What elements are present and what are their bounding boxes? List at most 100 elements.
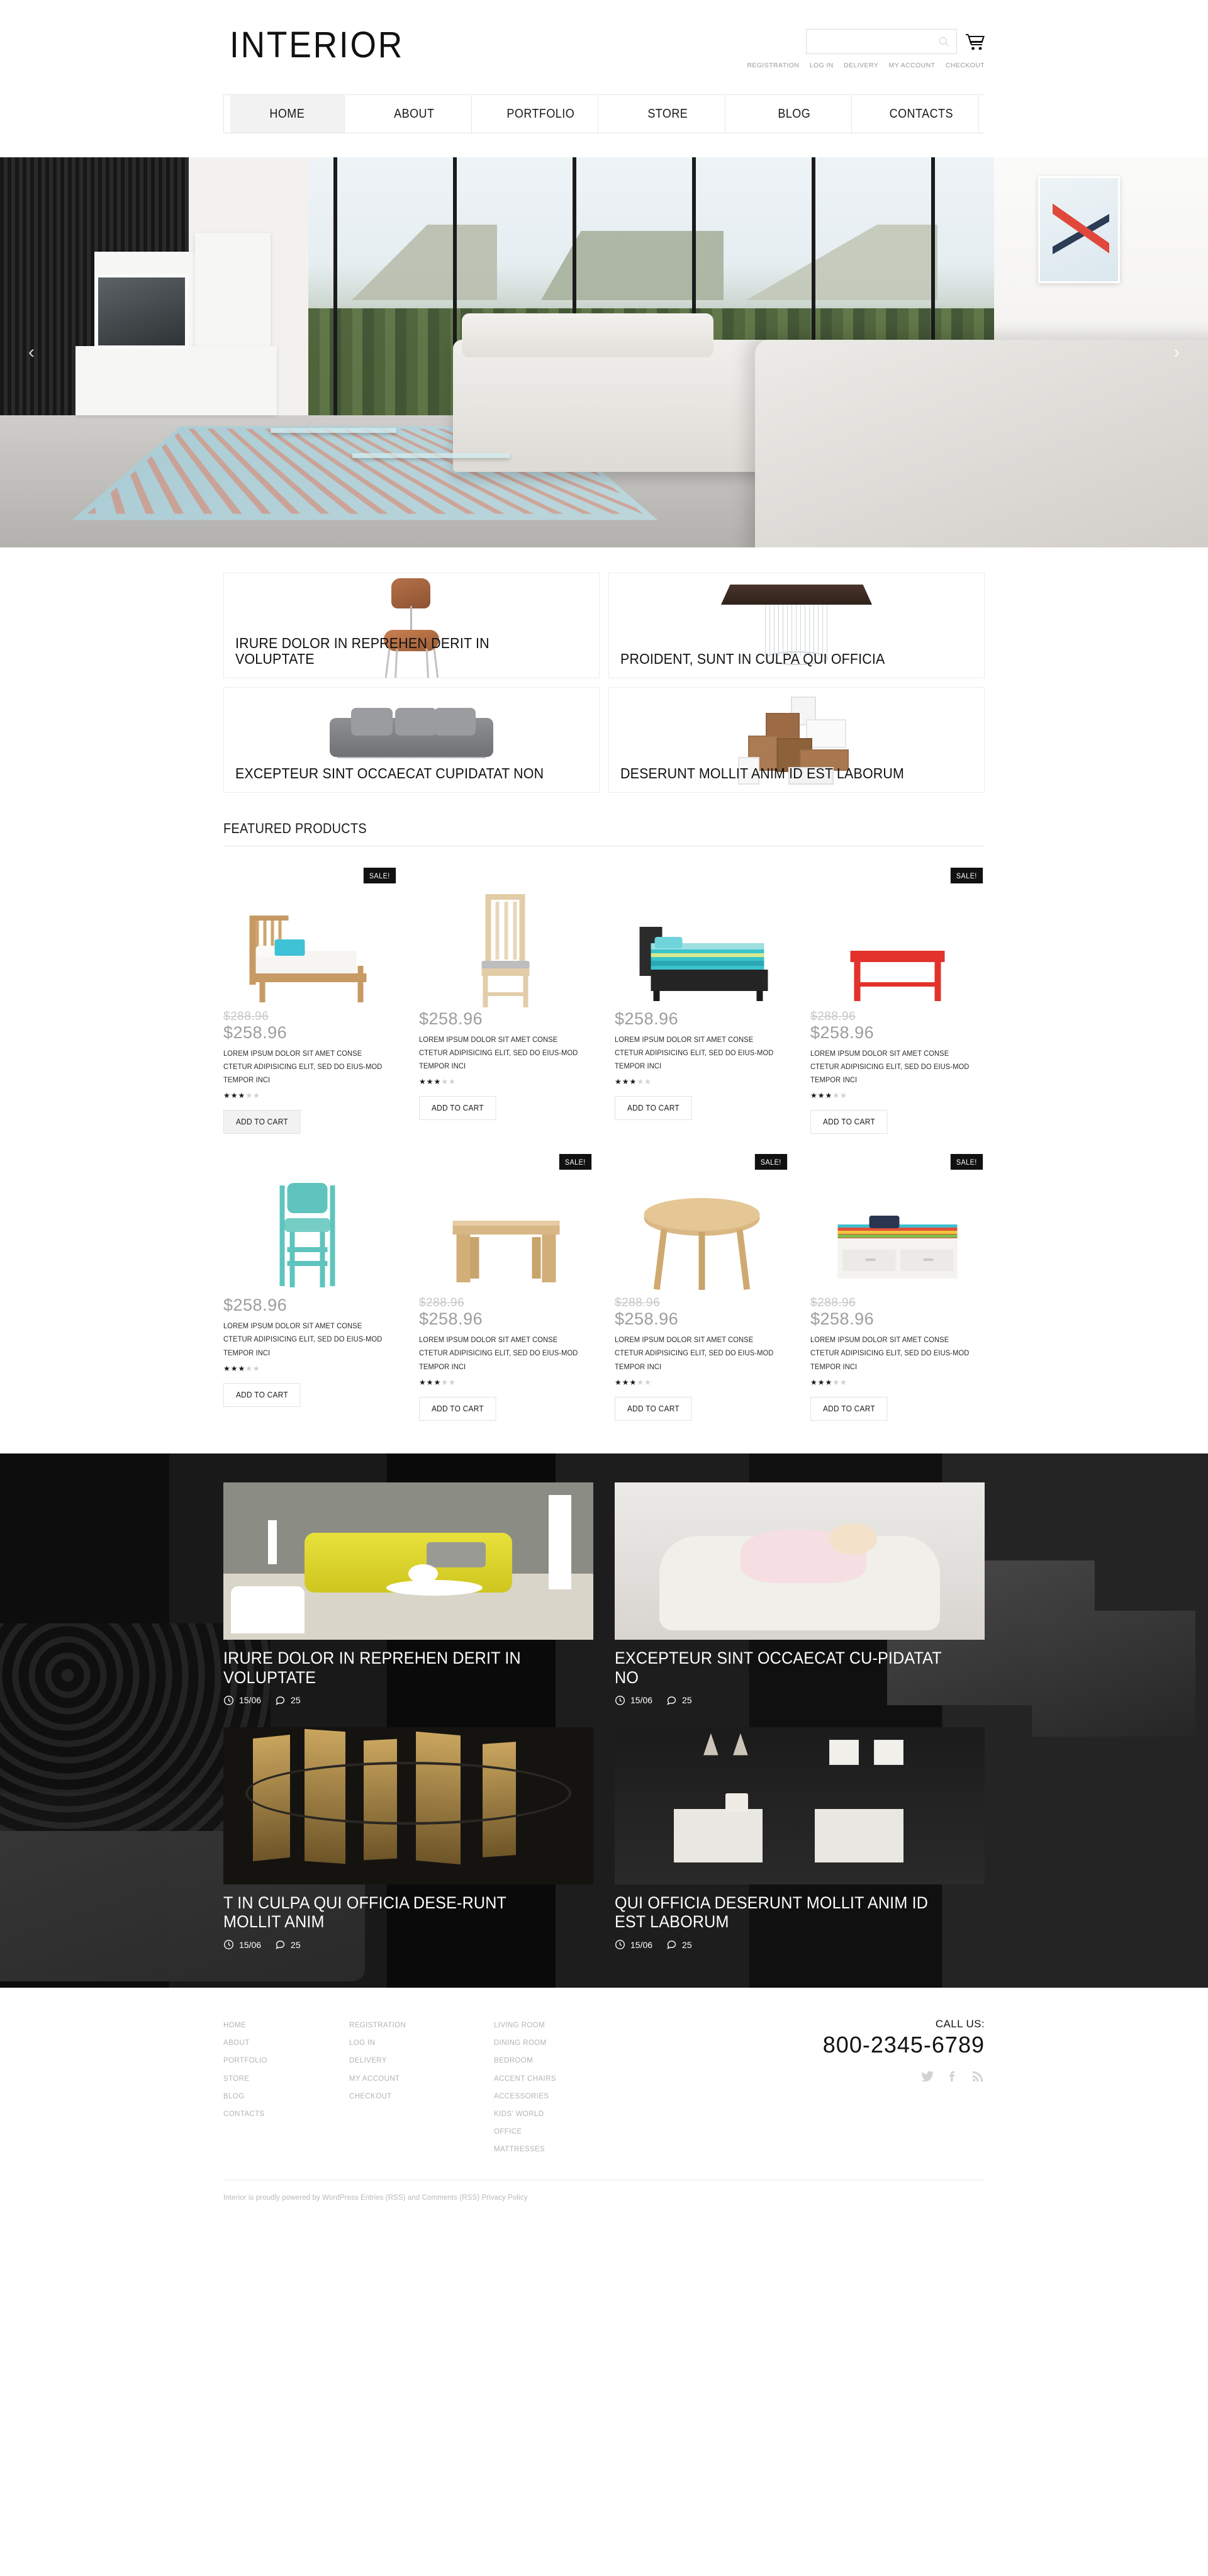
footer-link-store[interactable]: STORE [223, 2070, 349, 2088]
footer-link-bedroom[interactable]: BEDROOM [494, 2052, 639, 2069]
footer-link-office[interactable]: OFFICE [494, 2123, 639, 2141]
blog-post-date-text: 15/06 [630, 1939, 653, 1950]
facebook-icon[interactable] [946, 2069, 959, 2083]
search-box[interactable] [806, 29, 957, 54]
nav-item-about[interactable]: ABOUT [357, 95, 471, 133]
search-input[interactable] [813, 30, 937, 53]
featured-products-grid: SALE! $288.96 $258.96 LOREM IPSUM DOLOR … [223, 846, 985, 1421]
product-card[interactable]: SALE! $288.96 $258.96 LOREM IPSUM DOLOR … [810, 865, 985, 1134]
footer-link-delivery[interactable]: DELIVERY [349, 2052, 494, 2069]
shopping-cart-icon[interactable] [966, 33, 985, 50]
product-price: $258.96 [810, 1023, 875, 1042]
comment-bubble-icon [275, 1695, 286, 1706]
slider-next-chevron-icon[interactable]: › [1164, 340, 1189, 365]
footer-link-about[interactable]: ABOUT [223, 2034, 349, 2052]
footer-link-checkout[interactable]: CHECKOUT [349, 2088, 494, 2105]
add-to-cart-button[interactable]: ADD TO CART [810, 1110, 888, 1134]
nav-item-store[interactable]: STORE [610, 95, 725, 133]
nav-item-portfolio[interactable]: PORTFOLIO [484, 95, 598, 133]
utility-link-my-account[interactable]: MY ACCOUNT [889, 62, 936, 69]
product-card[interactable]: $258.96 LOREM IPSUM DOLOR SIT AMET CONSE… [419, 865, 593, 1134]
footer-link-mattresses[interactable]: MATTRESSES [494, 2141, 639, 2158]
site-logo[interactable]: INTERIOR [230, 24, 404, 66]
blog-post-card[interactable]: EXCEPTEUR SINT OCCAECAT CU-PIDATAT NO 15… [615, 1482, 985, 1706]
utility-link-checkout[interactable]: CHECKOUT [946, 62, 985, 69]
category-title: PROIDENT, SUNT IN CULPA QUI OFFICIA [620, 651, 885, 668]
product-card[interactable]: $258.96 LOREM IPSUM DOLOR SIT AMET CONSE… [615, 865, 789, 1134]
footer-link-dining-room[interactable]: DINING ROOM [494, 2034, 639, 2052]
footer-contact-block: CALL US: 800-2345-6789 [823, 2017, 985, 2158]
blog-post-image[interactable] [615, 1482, 985, 1640]
featured-section-header: FEATURED PRODUCTS [223, 820, 985, 846]
footer-link-login[interactable]: LOG IN [349, 2034, 494, 2052]
product-image[interactable]: SALE! [223, 865, 398, 1010]
site-footer: HOME ABOUT PORTFOLIO STORE BLOG CONTACTS… [0, 1988, 1208, 2221]
product-description: LOREM IPSUM DOLOR SIT AMET CONSE CTETUR … [419, 1336, 578, 1371]
product-description: LOREM IPSUM DOLOR SIT AMET CONSE CTETUR … [810, 1336, 970, 1371]
blog-post-title[interactable]: IRURE DOLOR IN REPREHEN DERIT IN VOLUPTA… [223, 1649, 568, 1688]
nav-item-blog[interactable]: BLOG [737, 95, 852, 133]
phone-number[interactable]: 800-2345-6789 [823, 2032, 985, 2058]
blog-post-date-text: 15/06 [239, 1939, 262, 1950]
product-image[interactable] [223, 1151, 398, 1296]
blog-post-card[interactable]: QUI OFFICIA DESERUNT MOLLIT ANIM ID EST … [615, 1727, 985, 1951]
blog-post-title[interactable]: T IN CULPA QUI OFFICIA DESE-RUNT MOLLIT … [223, 1893, 568, 1932]
product-card[interactable]: SALE! $288.96 $258.96 LOREM IPSUM DOLOR … [419, 1151, 593, 1421]
product-image[interactable]: SALE! [419, 1151, 593, 1296]
add-to-cart-button[interactable]: ADD TO CART [810, 1396, 888, 1421]
utility-links: REGISTRATION LOG IN DELIVERY MY ACCOUNT … [689, 62, 985, 69]
product-card[interactable]: SALE! $288.96 $258.96 LOREM IPSUM DOLOR … [615, 1151, 789, 1421]
product-image[interactable]: SALE! [810, 1151, 985, 1296]
footer-link-living-room[interactable]: LIVING ROOM [494, 2017, 639, 2034]
blog-post-title[interactable]: QUI OFFICIA DESERUNT MOLLIT ANIM ID EST … [615, 1893, 959, 1932]
copyright-bar: Interior is proudly powered by WordPress… [223, 2180, 985, 2220]
sale-badge: SALE! [364, 868, 396, 883]
product-card[interactable]: $258.96 LOREM IPSUM DOLOR SIT AMET CONSE… [223, 1151, 398, 1420]
add-to-cart-button[interactable]: ADD TO CART [419, 1096, 496, 1121]
product-rating: ★★★★★ [223, 1364, 260, 1373]
blog-post-image[interactable] [223, 1482, 593, 1640]
nav-item-home[interactable]: HOME [230, 95, 345, 133]
category-card-4[interactable]: DESERUNT MOLLIT ANIM ID EST LABORUM [608, 687, 985, 793]
category-card-1[interactable]: IRURE DOLOR IN REPREHEN DERIT IN VOLUPTA… [223, 573, 600, 678]
add-to-cart-button[interactable]: ADD TO CART [615, 1096, 692, 1121]
page-root: INTERIOR REGISTRATION LOG IN DELIVERY MY… [0, 0, 1208, 2221]
product-image[interactable] [615, 865, 789, 1010]
footer-link-accent-chairs[interactable]: ACCENT CHAIRS [494, 2070, 639, 2088]
category-card-2[interactable]: PROIDENT, SUNT IN CULPA QUI OFFICIA [608, 573, 985, 678]
product-image[interactable] [419, 865, 593, 1010]
blog-post-title[interactable]: EXCEPTEUR SINT OCCAECAT CU-PIDATAT NO [615, 1649, 959, 1688]
product-image[interactable]: SALE! [810, 865, 985, 1010]
product-rating: ★★★★★ [615, 1077, 652, 1087]
rss-icon[interactable] [971, 2069, 985, 2083]
twitter-icon[interactable] [920, 2069, 934, 2083]
add-to-cart-button[interactable]: ADD TO CART [223, 1110, 301, 1134]
footer-link-accessories[interactable]: ACCESSORIES [494, 2088, 639, 2105]
footer-link-kids-world[interactable]: KIDS' WORLD [494, 2105, 639, 2123]
add-to-cart-button[interactable]: ADD TO CART [223, 1382, 301, 1407]
blog-post-image[interactable] [223, 1727, 593, 1884]
footer-link-registration[interactable]: REGISTRATION [349, 2017, 494, 2034]
blog-post-card[interactable]: IRURE DOLOR IN REPREHEN DERIT IN VOLUPTA… [223, 1482, 593, 1706]
blog-post-image[interactable] [615, 1727, 985, 1884]
category-card-3[interactable]: EXCEPTEUR SINT OCCAECAT CUPIDATAT NON [223, 687, 600, 793]
add-to-cart-button[interactable]: ADD TO CART [419, 1396, 496, 1421]
utility-link-delivery[interactable]: DELIVERY [844, 62, 878, 69]
footer-link-home[interactable]: HOME [223, 2017, 349, 2034]
footer-link-blog[interactable]: BLOG [223, 2088, 349, 2105]
product-image[interactable]: SALE! [615, 1151, 789, 1296]
footer-link-my-account[interactable]: MY ACCOUNT [349, 2070, 494, 2088]
product-card[interactable]: SALE! $288.96 $258.96 LOREM IPSUM DOLOR … [810, 1151, 985, 1421]
footer-link-contacts[interactable]: CONTACTS [223, 2105, 349, 2123]
footer-link-portfolio[interactable]: PORTFOLIO [223, 2052, 349, 2069]
utility-link-registration[interactable]: REGISTRATION [747, 62, 799, 69]
search-icon[interactable] [937, 35, 950, 48]
add-to-cart-button[interactable]: ADD TO CART [615, 1396, 692, 1421]
product-card[interactable]: SALE! $288.96 $258.96 LOREM IPSUM DOLOR … [223, 865, 398, 1134]
slider-prev-chevron-icon[interactable]: ‹ [19, 340, 44, 365]
blog-post-card[interactable]: T IN CULPA QUI OFFICIA DESE-RUNT MOLLIT … [223, 1727, 593, 1951]
product-old-price: $288.96 [810, 1010, 856, 1023]
clock-icon [615, 1695, 625, 1706]
utility-link-login[interactable]: LOG IN [810, 62, 834, 69]
nav-item-contacts[interactable]: CONTACTS [864, 95, 978, 133]
